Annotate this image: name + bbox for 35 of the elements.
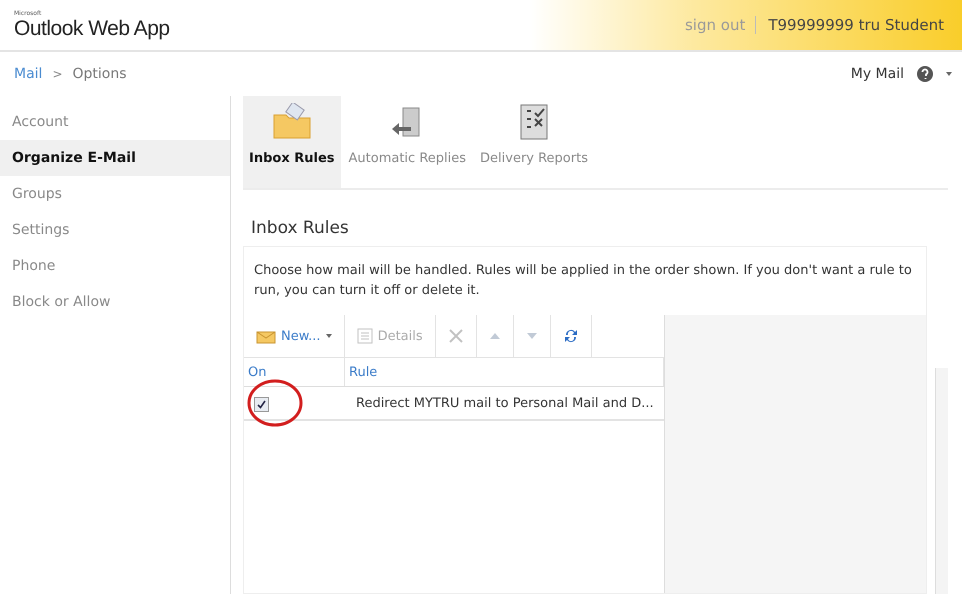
sidebar-item[interactable]: Groups [0,176,230,212]
help-icon[interactable] [916,65,934,83]
section-title: Inbox Rules [250,218,350,240]
user-name: T99999999 tru Student [767,16,944,34]
down-arrow-icon [526,332,538,340]
checkbox[interactable] [254,396,269,412]
table-cell-text: Redirect MYTRU mail to Personal Mail and D... [355,396,655,410]
refresh-icon [562,328,579,344]
app-logo: Outlook Web App [14,16,170,40]
delete-icon [448,328,464,344]
breadcrumb-link[interactable]: Mail [14,66,42,82]
my-mail-link[interactable]: My Mail [850,66,904,82]
breadcrumb-link[interactable]: Options [72,66,127,82]
breadcrumb-separator: > [52,67,62,81]
caret-icon [326,334,332,338]
new-button[interactable]: New... [244,315,345,357]
sidebar-item[interactable]: Organize E-Mail [0,140,230,176]
sign-out-link[interactable]: sign out [684,16,756,34]
sidebar-item[interactable]: Phone [0,248,230,284]
list-icon [356,328,373,344]
sidebar-item[interactable]: Block or Allow [0,284,230,320]
options-tab[interactable]: Delivery Reports [474,96,594,188]
column-header[interactable]: On [244,358,345,386]
scrollbar[interactable] [935,368,948,594]
column-header[interactable]: Rule [345,358,664,386]
checkmark-icon [257,400,266,408]
folder-icon [272,103,312,141]
options-tab[interactable]: Automatic Replies [342,96,472,188]
options-tab[interactable]: Inbox Rules [243,96,341,188]
sidebar-item[interactable]: Account [0,104,230,140]
up-arrow-icon [488,332,501,340]
sidebar-item[interactable]: Settings [0,212,230,248]
description-text: Choose how mail will be handled. Rules will be applied in the order shown. If you don't want a rule to run, you can turn it off or delete it. [244,247,926,315]
caret-icon[interactable] [946,72,952,76]
checklist-icon [519,103,549,141]
